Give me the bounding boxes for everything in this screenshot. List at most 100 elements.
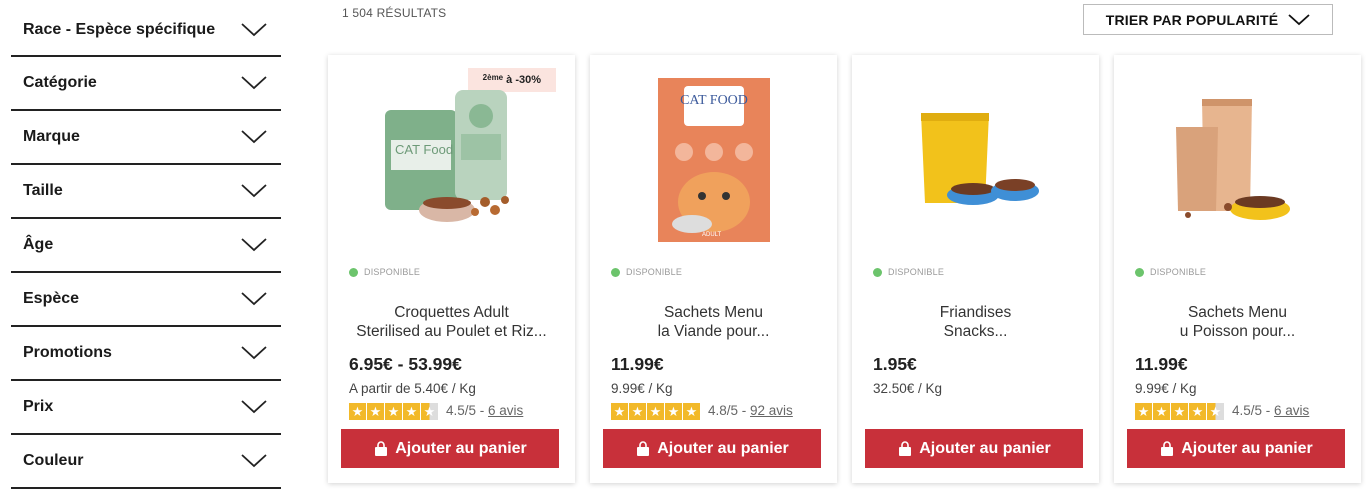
product-name[interactable]: Sachets Menu la Viande pour...	[610, 303, 817, 343]
box-title: CAT FOOD	[680, 93, 748, 108]
star-icon: ★	[665, 402, 682, 420]
filter-espece[interactable]: Espèce	[11, 273, 281, 327]
add-to-cart-button[interactable]: Ajouter au panier	[341, 429, 559, 468]
filter-race[interactable]: Race - Espèce spécifique	[11, 4, 281, 57]
product-image[interactable]	[872, 67, 1079, 252]
unit-price: 9.99€ / Kg	[1135, 381, 1197, 396]
filter-couleur[interactable]: Couleur	[11, 435, 281, 489]
filter-promotions[interactable]: Promotions	[11, 327, 281, 381]
add-to-cart-label: Ajouter au panier	[1181, 439, 1313, 457]
reviews-link[interactable]: 92 avis	[750, 403, 793, 418]
filter-marque[interactable]: Marque	[11, 111, 281, 165]
availability-text: DISPONIBLE	[626, 267, 683, 277]
food-pouches-image	[1175, 98, 1290, 220]
add-to-cart-label: Ajouter au panier	[395, 439, 527, 457]
chevron-down-icon	[241, 130, 267, 144]
star-icon: ★	[683, 402, 700, 420]
availability-dot	[611, 267, 620, 277]
filter-label: Promotions	[23, 344, 112, 361]
reviews-link[interactable]: 6 avis	[488, 403, 523, 418]
availability-text: DISPONIBLE	[364, 267, 421, 277]
star-icon: ★	[1171, 402, 1188, 420]
product-name[interactable]: Sachets Menu u Poisson pour...	[1134, 303, 1341, 343]
product-name-line1: Sachets Menu	[1187, 304, 1288, 321]
star-rating: ★ ★ ★ ★ ★	[1135, 402, 1224, 420]
sort-label: TRIER PAR POPULARITÉ	[1105, 11, 1279, 28]
box-subtitle: ADULT	[702, 232, 722, 238]
rating: ★ ★ ★ ★ ★ 4.8/5 - 92 avis	[611, 402, 793, 420]
product-name[interactable]: Friandises Snacks...	[872, 303, 1079, 343]
product-card[interactable]: CAT FOOD ADULT DISPONIBLE Sachets Menu l…	[590, 55, 837, 483]
filter-label: Espèce	[23, 290, 80, 307]
unit-price: 32.50€ / Kg	[873, 381, 943, 396]
rating-score: 4.5/5 -	[1232, 403, 1275, 418]
filter-label: Taille	[23, 182, 63, 199]
unit-price: A partir de 5.40€ / Kg	[349, 381, 476, 396]
filter-age[interactable]: Âge	[11, 219, 281, 273]
reviews-link[interactable]: 6 avis	[1274, 403, 1309, 418]
filter-label: Couleur	[23, 452, 84, 469]
product-name-line2: Snacks...	[943, 323, 1008, 340]
chevron-down-icon	[241, 346, 267, 360]
product-price: 11.99€	[1135, 354, 1188, 374]
star-half-icon: ★	[1207, 402, 1224, 420]
rating-score: 4.8/5 -	[708, 403, 751, 418]
product-name-line1: Friandises	[939, 304, 1012, 321]
chevron-down-icon	[241, 22, 267, 36]
shopping-bag-icon	[637, 440, 650, 456]
availability-dot	[1135, 267, 1144, 277]
product-name[interactable]: Croquettes Adult Sterilised au Poulet et…	[348, 303, 555, 343]
shopping-bag-icon	[375, 440, 388, 456]
star-icon: ★	[611, 402, 628, 420]
cat-food-box-image: CAT FOOD ADULT	[657, 77, 770, 242]
star-icon: ★	[1135, 402, 1152, 420]
rating: ★ ★ ★ ★ ★ 4.5/5 - 6 avis	[1135, 402, 1309, 420]
unit-price: 9.99€ / Kg	[611, 381, 673, 396]
filter-label: Prix	[23, 398, 54, 415]
availability: DISPONIBLE	[1135, 267, 1206, 277]
product-name-line2: Sterilised au Poulet et Riz...	[356, 323, 547, 340]
filter-sidebar: Race - Espèce spécifique Catégorie Marqu…	[11, 4, 281, 489]
rating-score: 4.5/5 -	[446, 403, 489, 418]
add-to-cart-label: Ajouter au panier	[657, 439, 789, 457]
filter-label: Catégorie	[23, 74, 97, 91]
filter-taille[interactable]: Taille	[11, 165, 281, 219]
product-price: 6.95€ - 53.99€	[349, 354, 462, 374]
availability-dot	[349, 267, 358, 277]
product-card[interactable]: DISPONIBLE Friandises Snacks... 1.95€ 32…	[852, 55, 1099, 483]
cat-food-bags-image: CAT Food	[384, 89, 509, 222]
product-image[interactable]	[1134, 67, 1341, 252]
product-card[interactable]: DISPONIBLE Sachets Menu u Poisson pour..…	[1114, 55, 1361, 483]
star-icon: ★	[629, 402, 646, 420]
product-image[interactable]: CAT Food	[348, 67, 555, 252]
filter-prix[interactable]: Prix	[11, 381, 281, 435]
chevron-down-icon	[241, 184, 267, 198]
treat-pouch-image	[920, 112, 1039, 205]
product-image[interactable]: CAT FOOD ADULT	[610, 67, 817, 252]
filter-label: Marque	[23, 128, 80, 145]
product-card[interactable]: 2ème à -30% CAT Food DISPONIBLE Croquett…	[328, 55, 575, 483]
star-icon: ★	[647, 402, 664, 420]
add-to-cart-button[interactable]: Ajouter au panier	[603, 429, 821, 468]
add-to-cart-button[interactable]: Ajouter au panier	[865, 429, 1083, 468]
star-rating: ★ ★ ★ ★ ★	[611, 402, 700, 420]
chevron-down-icon	[241, 454, 267, 468]
chevron-down-icon	[241, 400, 267, 414]
star-icon: ★	[349, 402, 366, 420]
product-price: 11.99€	[611, 354, 664, 374]
sort-dropdown[interactable]: TRIER PAR POPULARITÉ	[1083, 4, 1333, 35]
chevron-down-icon	[241, 292, 267, 306]
star-half-icon: ★	[421, 402, 438, 420]
star-icon: ★	[367, 402, 384, 420]
add-to-cart-button[interactable]: Ajouter au panier	[1127, 429, 1345, 468]
star-rating: ★ ★ ★ ★ ★	[349, 402, 438, 420]
availability-text: DISPONIBLE	[1150, 267, 1207, 277]
star-icon: ★	[1153, 402, 1170, 420]
product-name-line2: la Viande pour...	[657, 323, 770, 340]
filter-label: Race - Espèce spécifique	[23, 20, 216, 38]
availability-text: DISPONIBLE	[888, 267, 945, 277]
product-grid: 2ème à -30% CAT Food DISPONIBLE Croquett…	[328, 55, 1361, 483]
filter-categorie[interactable]: Catégorie	[11, 57, 281, 111]
chevron-down-icon	[1288, 13, 1310, 25]
product-name-line1: Croquettes Adult	[394, 304, 509, 321]
